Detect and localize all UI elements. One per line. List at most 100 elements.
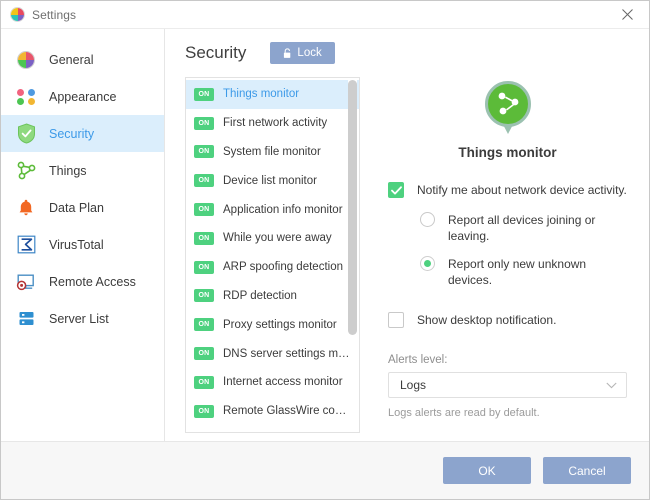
monitor-eye-icon — [15, 271, 37, 293]
network-nodes-icon — [15, 160, 37, 182]
status-badge: ON — [194, 116, 214, 130]
color-dots-icon — [15, 86, 37, 108]
list-item[interactable]: ON Proxy settings monitor — [186, 310, 359, 339]
list-item[interactable]: ON Things monitor — [186, 80, 359, 109]
scrollbar-thumb[interactable] — [348, 80, 357, 335]
glasswire-logo-icon — [10, 7, 25, 22]
report-all-devices-row[interactable]: Report all devices joining or leaving. — [388, 212, 627, 244]
pie-chart-icon — [15, 49, 37, 71]
window-title: Settings — [32, 7, 77, 22]
security-feature-list[interactable]: ON Things monitor ON First network activ… — [185, 77, 360, 433]
alerts-level-label: Alerts level: — [388, 354, 448, 366]
report-new-devices-row[interactable]: Report only new unknown devices. — [388, 256, 627, 288]
desktop-notification-row[interactable]: Show desktop notification. — [388, 312, 627, 328]
report-all-devices-label: Report all devices joining or leaving. — [448, 213, 596, 243]
status-badge: ON — [194, 404, 214, 418]
sigma-icon — [15, 234, 37, 256]
list-item[interactable]: ON RDP detection — [186, 282, 359, 311]
list-item-label: System file monitor — [223, 145, 321, 158]
sidebar-item-label: General — [49, 52, 94, 67]
sidebar: General Appearance Security Things Data … — [1, 29, 165, 441]
list-item-label: Application info monitor — [223, 203, 343, 216]
close-button[interactable] — [605, 1, 649, 28]
sidebar-item-data-plan[interactable]: Data Plan — [1, 189, 164, 226]
list-item-label: RDP detection — [223, 289, 297, 302]
sidebar-item-server-list[interactable]: Server List — [1, 300, 164, 337]
feature-detail-panel: Things monitor Notify me about network d… — [360, 77, 649, 441]
content-header: Security Lock — [165, 29, 649, 77]
desktop-notification-checkbox[interactable] — [388, 312, 404, 328]
sidebar-item-label: Security — [49, 126, 95, 141]
things-monitor-pin-icon — [484, 81, 531, 136]
notify-activity-row[interactable]: Notify me about network device activity. — [388, 182, 627, 198]
sidebar-item-appearance[interactable]: Appearance — [1, 78, 164, 115]
sidebar-item-label: Data Plan — [49, 200, 104, 215]
alerts-level-hint: Logs alerts are read by default. — [388, 407, 540, 419]
dialog-footer: OK Cancel — [1, 441, 649, 499]
sidebar-item-things[interactable]: Things — [1, 152, 164, 189]
list-item[interactable]: ON Application info monitor — [186, 195, 359, 224]
list-item-label: ARP spoofing detection — [223, 261, 343, 274]
sidebar-item-general[interactable]: General — [1, 41, 164, 78]
status-badge: ON — [194, 289, 214, 303]
sidebar-item-virustotal[interactable]: VirusTotal — [1, 226, 164, 263]
report-new-devices-label: Report only new unknown devices. — [448, 257, 587, 287]
sidebar-item-security[interactable]: Security — [1, 115, 164, 152]
title-bar: Settings — [1, 1, 649, 29]
status-badge: ON — [194, 375, 214, 389]
list-item-label: While you were away — [223, 232, 332, 245]
content-area: Security Lock ON Things monitor ON First… — [165, 29, 649, 441]
list-item[interactable]: ON ARP spoofing detection — [186, 253, 359, 282]
notify-activity-checkbox[interactable] — [388, 182, 404, 198]
list-item-label: First network activity — [223, 117, 328, 130]
padlock-icon — [284, 47, 291, 58]
report-new-devices-radio[interactable] — [420, 256, 435, 271]
list-item-label: Remote GlassWire connec... — [223, 405, 351, 418]
sidebar-item-remote-access[interactable]: Remote Access — [1, 263, 164, 300]
bell-icon — [15, 197, 37, 219]
lock-button[interactable]: Lock — [270, 42, 335, 64]
list-item-label: Proxy settings monitor — [223, 318, 337, 331]
desktop-notification-label: Show desktop notification. — [417, 313, 557, 327]
list-item[interactable]: ON Device list monitor — [186, 166, 359, 195]
status-badge: ON — [194, 347, 214, 361]
server-icon — [15, 308, 37, 330]
lock-button-label: Lock — [297, 47, 322, 59]
settings-window: Settings General Appearance Security Thi… — [0, 0, 650, 500]
sidebar-item-label: Server List — [49, 311, 109, 326]
feature-title: Things monitor — [458, 145, 557, 160]
ok-button[interactable]: OK — [443, 457, 531, 484]
feature-hero: Things monitor — [388, 77, 627, 160]
list-item[interactable]: ON Remote GlassWire connec... — [186, 397, 359, 426]
list-item[interactable]: ON While you were away — [186, 224, 359, 253]
list-item[interactable]: ON DNS server settings monitor — [186, 339, 359, 368]
panels: ON Things monitor ON First network activ… — [165, 77, 649, 441]
status-badge: ON — [194, 87, 214, 101]
sidebar-item-label: Things — [49, 163, 87, 178]
list-item-label: Device list monitor — [223, 174, 317, 187]
notify-activity-label: Notify me about network device activity. — [417, 183, 627, 197]
alerts-level-select[interactable]: Logs — [388, 372, 627, 398]
page-title: Security — [185, 43, 247, 62]
status-badge: ON — [194, 203, 214, 217]
list-item-label: DNS server settings monitor — [223, 347, 351, 360]
chevron-down-icon — [606, 382, 617, 388]
status-badge: ON — [194, 231, 214, 245]
list-item-label: Internet access monitor — [223, 376, 343, 389]
sidebar-item-label: Remote Access — [49, 274, 136, 289]
status-badge: ON — [194, 174, 214, 188]
list-item-label: Things monitor — [223, 88, 300, 101]
list-item[interactable]: ON First network activity — [186, 109, 359, 138]
list-item[interactable]: ON System file monitor — [186, 138, 359, 167]
sidebar-item-label: Appearance — [49, 89, 117, 104]
report-all-devices-radio[interactable] — [420, 212, 435, 227]
status-badge: ON — [194, 260, 214, 274]
status-badge: ON — [194, 318, 214, 332]
list-item[interactable]: ON Internet access monitor — [186, 368, 359, 397]
check-icon — [390, 185, 402, 194]
security-feature-list-scroll: ON Things monitor ON First network activ… — [186, 78, 359, 432]
cancel-button[interactable]: Cancel — [543, 457, 631, 484]
shield-check-icon — [15, 123, 37, 145]
status-badge: ON — [194, 145, 214, 159]
window-body: General Appearance Security Things Data … — [1, 29, 649, 441]
